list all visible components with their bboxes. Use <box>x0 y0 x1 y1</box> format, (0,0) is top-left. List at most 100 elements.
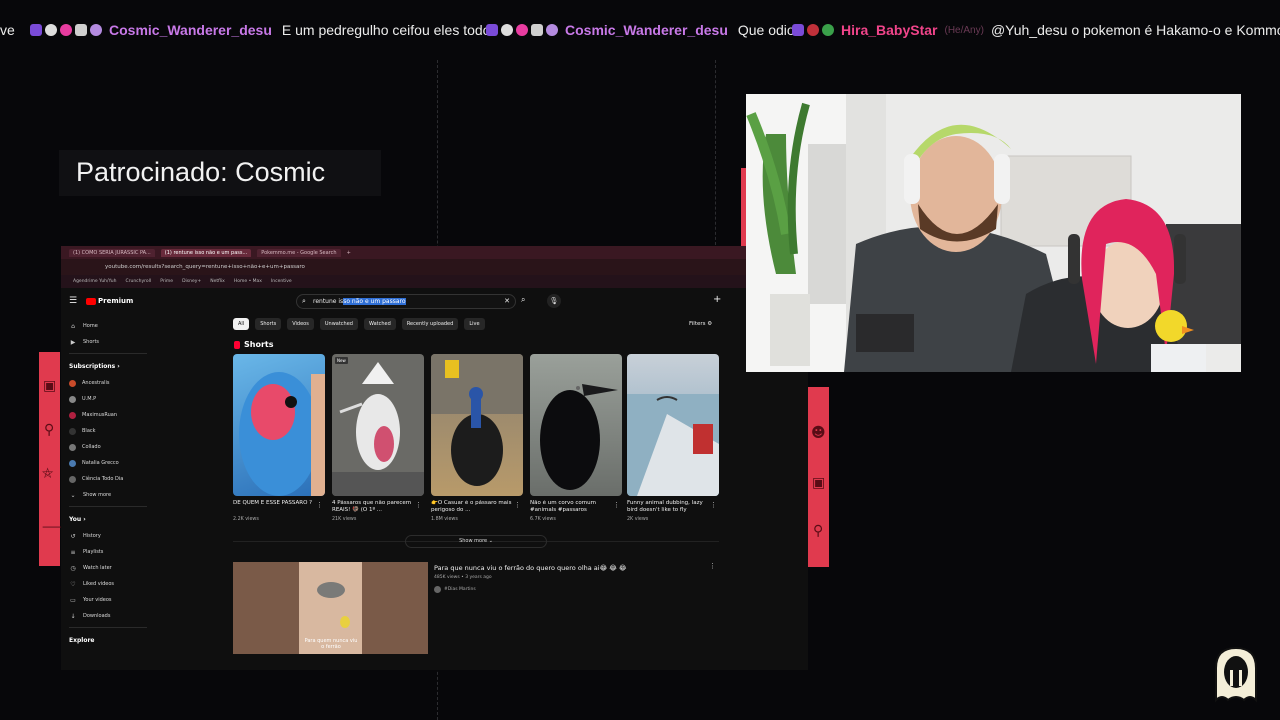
chip-all[interactable]: All <box>233 318 250 330</box>
chip-shorts[interactable]: Shorts <box>255 318 282 330</box>
avatar <box>69 459 76 467</box>
hamburger-menu-icon[interactable]: ☰ <box>69 296 77 306</box>
address-bar[interactable]: youtube.com/results?search_query=rentune… <box>61 259 808 275</box>
you-heading[interactable]: You › <box>61 510 151 528</box>
subscription-label: Natalia Grecco <box>82 460 119 466</box>
new-tab-icon[interactable]: + <box>347 250 351 256</box>
sidebar-item-your-videos[interactable]: ▭ Your videos <box>61 592 151 608</box>
short-thumbnail[interactable] <box>233 354 325 496</box>
create-icon[interactable]: + <box>713 294 721 305</box>
sidebar-item-playlists[interactable]: ≡ Playlists <box>61 544 151 560</box>
subscription-item[interactable]: Collado <box>61 439 151 455</box>
video-meta: 485K views • 3 years ago <box>434 575 492 580</box>
address-url[interactable]: youtube.com/results?search_query=rentune… <box>105 264 305 270</box>
subscription-item[interactable]: Natalia Grecco <box>61 455 151 471</box>
short-title[interactable]: Funny animal dubbing, lazy bird doesn't … <box>627 500 709 515</box>
bookmark-item[interactable]: Disney+ <box>182 279 201 284</box>
sidebar-item-watch-later[interactable]: ◷ Watch later <box>61 560 151 576</box>
short-card[interactable]: Funny animal dubbing, lazy bird doesn't … <box>627 354 719 522</box>
emote-badge-icon <box>501 24 513 36</box>
short-card[interactable]: 👉O Casuar é o pássaro mais perigoso do .… <box>431 354 523 522</box>
short-title[interactable]: DE QUEM É ESSE PÁSSARO ? <box>233 500 315 515</box>
more-options-icon[interactable]: ⋮ <box>514 501 521 509</box>
video-thumbnail[interactable]: Para quem nunca viu o ferrão <box>233 562 428 654</box>
video-title[interactable]: Para que nunca viu o ferrão do quero que… <box>434 564 627 572</box>
short-card[interactable]: Não é um corvo comum #animals #passaros … <box>530 354 622 522</box>
subscription-label: MaximusRuan <box>82 412 118 418</box>
short-thumbnail[interactable] <box>431 354 523 496</box>
show-more-subscriptions[interactable]: ⌄ Show more <box>61 487 151 503</box>
paw-badge-icon <box>90 24 102 36</box>
subscription-item[interactable]: MaximusRuan <box>61 407 151 423</box>
chip-watched[interactable]: Watched <box>363 318 396 330</box>
subscription-item[interactable]: Ciência Todo Dia <box>61 471 151 487</box>
short-title[interactable]: 👉O Casuar é o pássaro mais perigoso do .… <box>431 500 513 515</box>
clear-search-icon[interactable]: ✕ <box>504 297 510 305</box>
chat-username: Cosmic_Wanderer_desu <box>565 22 728 38</box>
subscription-label: Ciência Todo Dia <box>82 476 124 482</box>
chip-unwatched[interactable]: Unwatched <box>319 318 358 330</box>
more-options-icon[interactable]: ⋮ <box>316 501 323 509</box>
subscriptions-heading[interactable]: Subscriptions › <box>61 357 151 375</box>
avatar <box>434 586 441 593</box>
bookmark-item[interactable]: Home • Max <box>234 279 262 284</box>
paw-badge-icon <box>546 24 558 36</box>
subscription-label: U.M.P <box>82 396 97 402</box>
search-button-icon[interactable]: ⌕ <box>521 295 525 305</box>
thumbnail-caption: Para quem nunca viu o ferrão <box>304 638 358 650</box>
short-title[interactable]: 4 Pássaros que não parecem REAIS! 🦃 (O 1… <box>332 500 414 515</box>
bookmarks-bar: Agendrime Yuh/Yuh Crunchyroll Prime Disn… <box>61 275 808 288</box>
mascot-logo <box>1208 644 1264 704</box>
bookmark-item[interactable]: Agendrime Yuh/Yuh <box>73 279 116 284</box>
card-icon: ▣ <box>43 378 57 394</box>
chat-username: Cosmic_Wanderer_desu <box>109 22 272 38</box>
short-card[interactable]: DE QUEM É ESSE PÁSSARO ? 2.2K views ⋮ <box>233 354 325 522</box>
sidebar-item-shorts[interactable]: ▶ Shorts <box>61 334 151 350</box>
chip-videos[interactable]: Videos <box>287 318 314 330</box>
more-options-icon[interactable]: ⋮ <box>415 501 422 509</box>
filters-button[interactable]: Filters ⚙ <box>689 321 712 327</box>
history-icon: ↺ <box>70 532 76 540</box>
subscription-item[interactable]: Ancestralis <box>61 375 151 391</box>
sidebar-item-downloads[interactable]: ↓ Downloads <box>61 608 151 624</box>
more-options-icon[interactable]: ⋮ <box>710 501 717 509</box>
browser-tab[interactable]: (1) COMO SERIA JURASSIC PA... <box>69 248 155 257</box>
microphone-icon[interactable]: 🎙 <box>547 294 561 308</box>
chat-fragment-text: ve <box>0 22 15 38</box>
bookmark-item[interactable]: Incentive <box>271 279 292 284</box>
pentagram-icon: ⛤ <box>42 466 54 482</box>
browser-tab-active[interactable]: (1) rentune isso não e um pass... <box>160 248 252 257</box>
ghost-mascot-icon <box>1215 646 1257 703</box>
sidebar-item-label: Playlists <box>83 549 104 555</box>
show-more-label: Show more <box>83 492 112 498</box>
short-thumbnail[interactable] <box>627 354 719 496</box>
bookmark-item[interactable]: Prime <box>160 279 173 284</box>
chip-recently-uploaded[interactable]: Recently uploaded <box>401 318 459 330</box>
sidebar-item-history[interactable]: ↺ History <box>61 528 151 544</box>
youtube-logo[interactable]: Premium <box>86 297 133 305</box>
browser-tab[interactable]: Pokemmo.me - Google Search <box>257 248 341 257</box>
short-thumbnail[interactable]: New <box>332 354 424 496</box>
bookmark-item[interactable]: Crunchyroll <box>125 279 151 284</box>
more-options-icon[interactable]: ⋮ <box>613 501 620 509</box>
search-input[interactable]: ⌕ rentune isso não e um passaro ✕ <box>296 294 516 309</box>
sidebar-item-home[interactable]: ⌂ Home <box>61 318 151 334</box>
chat-message: Cosmic_Wanderer_desu E um pedregulho cei… <box>30 22 497 38</box>
video-icon: ▭ <box>70 596 76 604</box>
clock-icon: ◷ <box>70 564 76 572</box>
raven-image <box>540 384 618 490</box>
subscription-item[interactable]: Black <box>61 423 151 439</box>
shorts-show-more-button[interactable]: Show more ⌄ <box>405 535 547 548</box>
video-channel[interactable]: #Dias Martins <box>434 586 476 593</box>
chip-live[interactable]: Live <box>464 318 485 330</box>
sidebar-item-liked-videos[interactable]: ♡ Liked videos <box>61 576 151 592</box>
subscription-item[interactable]: U.M.P <box>61 391 151 407</box>
stream-overlay: ve Cosmic_Wanderer_desu E um pedregulho … <box>0 0 1280 720</box>
more-options-icon[interactable]: ⋮ <box>709 562 716 570</box>
bookmark-item[interactable]: Netflix <box>210 279 225 284</box>
browser-window: (1) COMO SERIA JURASSIC PA... (1) rentun… <box>61 246 808 670</box>
short-title[interactable]: Não é um corvo comum #animals #passaros <box>530 500 612 515</box>
short-thumbnail[interactable] <box>530 354 622 496</box>
youtube-topbar: ☰ Premium ⌕ rentune isso não e um passar… <box>61 294 808 312</box>
short-card[interactable]: New 4 Pássaros que não parecem REAIS! 🦃 … <box>332 354 424 522</box>
